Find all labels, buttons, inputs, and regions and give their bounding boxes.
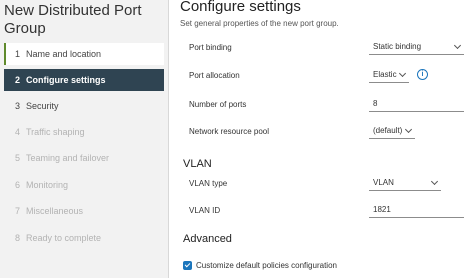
step-label: Teaming and failover: [26, 153, 110, 163]
customize-policies-checkbox[interactable]: [183, 261, 192, 270]
vlan-type-label: VLAN type: [189, 179, 228, 188]
number-of-ports-label: Number of ports: [189, 100, 247, 109]
step-number: 8: [15, 233, 21, 243]
vlan-id-value: 1821: [373, 205, 391, 214]
port-allocation-select[interactable]: Elastic: [369, 68, 409, 83]
network-resource-pool-select[interactable]: (default): [369, 124, 415, 139]
step-security[interactable]: 3 Security: [4, 95, 164, 117]
page-title: Configure settings: [180, 0, 301, 15]
step-number: 5: [15, 153, 21, 163]
step-number: 3: [15, 101, 21, 111]
step-label: Traffic shaping: [26, 127, 85, 137]
step-label: Security: [26, 101, 59, 111]
chevron-down-icon: [453, 41, 462, 50]
network-resource-pool-label: Network resource pool: [189, 127, 270, 136]
step-monitoring: 6 Monitoring: [4, 174, 164, 196]
step-label: Name and location: [26, 49, 102, 59]
step-label: Miscellaneous: [26, 206, 84, 216]
vlan-type-select[interactable]: VLAN: [369, 176, 441, 191]
step-label: Configure settings: [26, 75, 106, 85]
step-number: 6: [15, 180, 21, 190]
network-resource-pool-value: (default): [373, 126, 403, 135]
port-binding-value: Static binding: [373, 42, 422, 51]
chevron-down-icon: [404, 125, 413, 134]
vlan-id-input[interactable]: 1821: [369, 203, 464, 218]
vlan-id-label: VLAN ID: [189, 206, 221, 215]
chevron-down-icon: [398, 69, 407, 78]
configure-settings-panel: Configure settings Set general propertie…: [168, 0, 474, 278]
step-label: Ready to complete: [26, 233, 102, 243]
step-label: Monitoring: [26, 180, 69, 190]
chevron-down-icon: [430, 177, 439, 186]
wizard-title: New Distributed Port Group: [4, 2, 142, 37]
port-binding-label: Port binding: [189, 43, 232, 52]
number-of-ports-value: 8: [373, 99, 378, 108]
customize-policies-label[interactable]: Customize default policies configuration: [196, 261, 337, 271]
step-number: 7: [15, 206, 21, 216]
port-allocation-label: Port allocation: [189, 71, 240, 80]
advanced-section-heading: Advanced: [183, 233, 232, 245]
port-allocation-value: Elastic: [373, 70, 397, 79]
step-ready-to-complete: 8 Ready to complete: [4, 227, 164, 249]
info-icon[interactable]: i: [417, 69, 428, 80]
step-name-and-location[interactable]: 1 Name and location: [4, 43, 164, 65]
vlan-section-heading: VLAN: [183, 158, 212, 170]
step-number: 4: [15, 127, 21, 137]
page-subtitle: Set general properties of the new port g…: [180, 19, 339, 28]
number-of-ports-input[interactable]: 8: [369, 97, 464, 112]
step-number: 1: [15, 49, 21, 59]
step-configure-settings[interactable]: 2 Configure settings: [4, 69, 164, 91]
step-number: 2: [15, 75, 21, 85]
vlan-type-value: VLAN: [373, 178, 394, 187]
step-traffic-shaping: 4 Traffic shaping: [4, 121, 164, 143]
step-teaming-and-failover: 5 Teaming and failover: [4, 147, 164, 169]
step-miscellaneous: 7 Miscellaneous: [4, 200, 164, 222]
wizard-sidebar: New Distributed Port Group 1 Name and lo…: [0, 0, 169, 278]
port-binding-select[interactable]: Static binding: [369, 40, 464, 55]
